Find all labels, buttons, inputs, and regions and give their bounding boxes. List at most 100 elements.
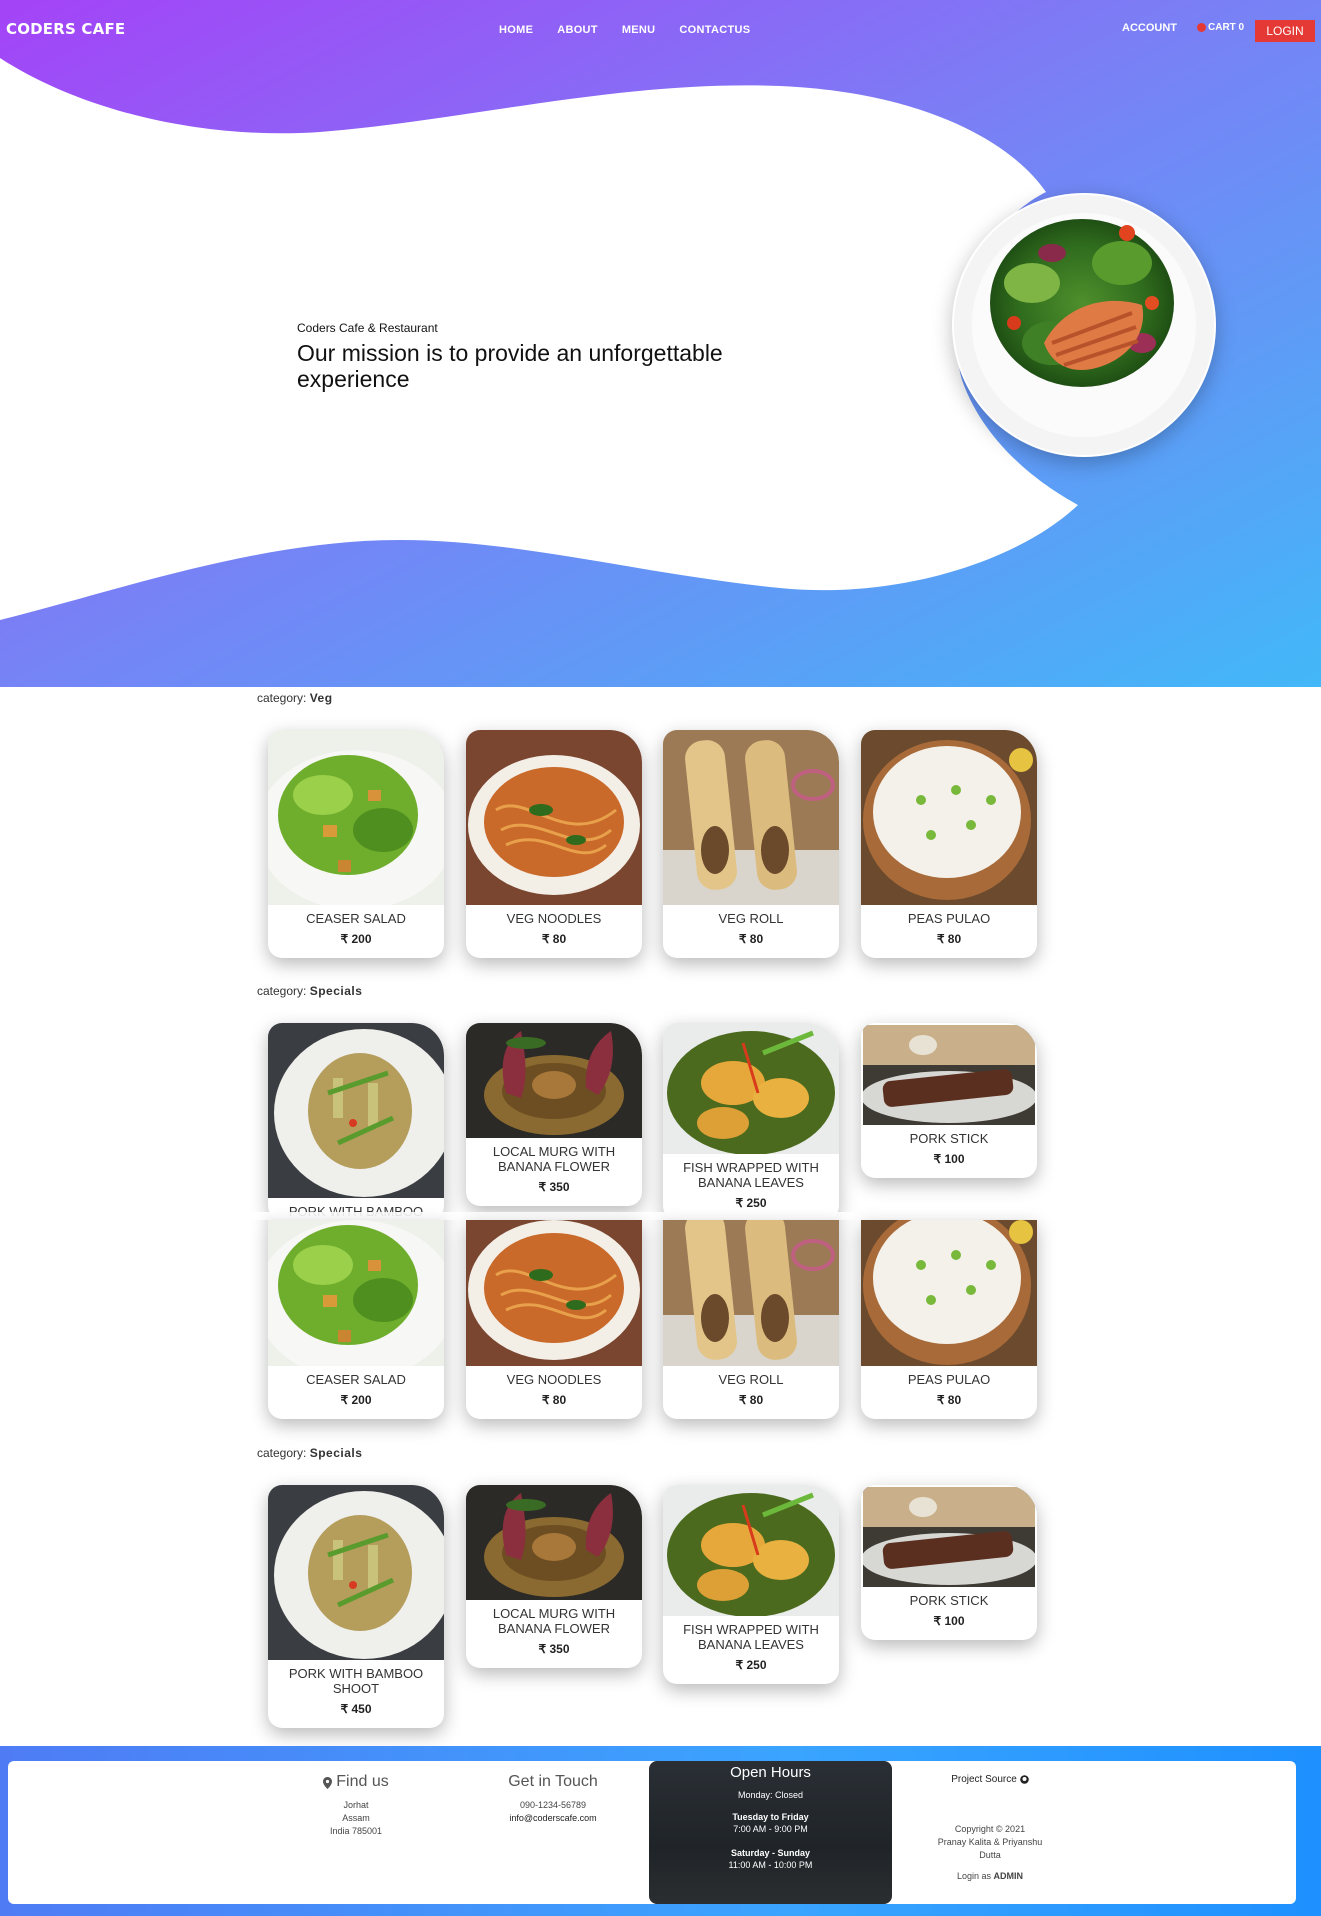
item-price: ₹ 450 [340, 1702, 372, 1716]
item-price: ₹ 80 [936, 932, 962, 946]
nav-about-link[interactable]: ABOUT [557, 24, 598, 36]
cart-icon [1197, 23, 1206, 32]
item-name: PORK STICK [909, 1593, 989, 1608]
menu-card-fish-banana[interactable]: FISH WRAPPED WITH BANANA LEAVES ₹ 250 [663, 1023, 839, 1220]
get-in-touch-section: Get in Touch 090-1234-56789 info@codersc… [488, 1773, 618, 1825]
menu-card-fish-banana[interactable]: FISH WRAPPED WITH BANANA LEAVES ₹ 250 [663, 1485, 839, 1684]
menu-card-pork-bamboo-partial[interactable]: PORK WITH BAMBOO [268, 1023, 444, 1220]
local-murg-image [466, 1023, 642, 1138]
pork-bamboo-image [268, 1485, 444, 1660]
hero-section: CODERS CAFE HOME ABOUT MENU CONTACTUS AC… [0, 0, 1321, 687]
address-country: India 785001 [329, 1826, 383, 1836]
address-city: Jorhat [343, 1800, 369, 1810]
item-price: ₹ 80 [541, 1393, 567, 1407]
menu-card-pork-stick[interactable]: PORK STICK ₹ 100 [861, 1023, 1037, 1178]
item-name: VEG NOODLES [506, 911, 602, 926]
fish-banana-image [663, 1023, 839, 1154]
item-name: PORK WITH BAMBOO SHOOT [288, 1666, 424, 1696]
item-name: CEASER SALAD [306, 1372, 406, 1387]
project-source-label: Project Source [951, 1774, 1017, 1785]
account-area: ACCOUNT CART 0 [1122, 18, 1244, 34]
brand-logo[interactable]: CODERS CAFE [6, 20, 125, 38]
item-price: ₹ 100 [933, 1614, 965, 1628]
nav-contactus-link[interactable]: CONTACTUS [679, 24, 750, 36]
row-overlap-band [250, 1212, 1060, 1220]
item-name: PEAS PULAO [907, 911, 991, 926]
login-as-label: Login as [956, 1871, 991, 1881]
find-us-heading: Find us [336, 1773, 389, 1790]
category-label-specials: category: Specials [257, 1446, 363, 1460]
item-name: FISH WRAPPED WITH BANANA LEAVES [683, 1160, 819, 1190]
fish-banana-image [663, 1485, 839, 1616]
item-name: VEG NOODLES [506, 1372, 602, 1387]
cart-label: CART 0 [1208, 22, 1245, 33]
address-state: Assam [342, 1813, 370, 1823]
item-name: VEG ROLL [718, 911, 784, 926]
item-price: ₹ 80 [936, 1393, 962, 1407]
veg-noodles-image [466, 730, 642, 905]
ceaser-salad-image [268, 730, 444, 905]
item-name: LOCAL MURG WITH BANANA FLOWER [492, 1144, 616, 1174]
item-name: VEG ROLL [718, 1372, 784, 1387]
item-price: ₹ 350 [538, 1180, 570, 1194]
menu-card-veg-noodles[interactable]: VEG NOODLES ₹ 80 [466, 730, 642, 958]
menu-card-pork-bamboo-shoot[interactable]: PORK WITH BAMBOO SHOOT ₹ 450 [268, 1485, 444, 1728]
menu-card-local-murg[interactable]: LOCAL MURG WITH BANANA FLOWER ₹ 350 [466, 1023, 642, 1206]
pork-stick-image [861, 1023, 1037, 1125]
pork-bamboo-image [268, 1023, 444, 1198]
nav-menu-link[interactable]: MENU [622, 24, 656, 36]
hero-title: Our mission is to provide an unforgettab… [297, 340, 723, 392]
item-price: ₹ 80 [738, 932, 764, 946]
find-us-section: Find us Jorhat Assam India 785001 [300, 1773, 412, 1838]
open-hours-card: Open Hours Monday: Closed Tuesday to Fri… [649, 1761, 892, 1904]
login-button[interactable]: LOGIN [1255, 20, 1315, 42]
nav-home-link[interactable]: HOME [499, 24, 533, 36]
project-source-link[interactable]: Project Source [912, 1774, 1068, 1785]
veg-noodles-image [466, 1220, 642, 1366]
item-price: ₹ 250 [735, 1658, 767, 1672]
get-in-touch-heading: Get in Touch [508, 1773, 598, 1790]
copyright: Copyright © 2021 [954, 1824, 1026, 1834]
peas-pulao-image [861, 730, 1037, 905]
menu-card-veg-roll[interactable]: VEG ROLL ₹ 80 [663, 1220, 839, 1419]
menu-card-ceaser-salad[interactable]: CEASER SALAD ₹ 200 [268, 1220, 444, 1419]
admin-login-link[interactable]: ADMIN [994, 1871, 1024, 1881]
weekend-hours: 11:00 AM - 10:00 PM [728, 1860, 813, 1870]
weekday-label: Tuesday to Friday [732, 1812, 809, 1822]
veg-roll-image [663, 730, 839, 905]
ceaser-salad-image [268, 1220, 444, 1366]
item-price: ₹ 80 [541, 932, 567, 946]
peas-pulao-image [861, 1220, 1037, 1366]
item-name: FISH WRAPPED WITH BANANA LEAVES [683, 1622, 819, 1652]
open-hours-heading: Open Hours [730, 1764, 811, 1781]
phone-number[interactable]: 090-1234-56789 [488, 1799, 618, 1812]
hero-salmon-salad-image [952, 193, 1216, 457]
item-price: ₹ 200 [340, 932, 372, 946]
weekday-hours: 7:00 AM - 9:00 PM [733, 1824, 808, 1834]
menu-card-pork-stick[interactable]: PORK STICK ₹ 100 [861, 1485, 1037, 1640]
item-name: CEASER SALAD [306, 911, 406, 926]
item-price: ₹ 350 [538, 1642, 570, 1656]
local-murg-image [466, 1485, 642, 1600]
cart-link[interactable]: CART 0 [1197, 22, 1244, 33]
github-icon [1019, 1775, 1029, 1784]
item-price: ₹ 200 [340, 1393, 372, 1407]
weekend-label: Saturday - Sunday [730, 1848, 811, 1858]
email-link[interactable]: info@coderscafe.com [488, 1812, 618, 1825]
menu-card-ceaser-salad[interactable]: CEASER SALAD ₹ 200 [268, 730, 444, 958]
item-price: ₹ 100 [933, 1152, 965, 1166]
veg-roll-image [663, 1220, 839, 1366]
category-label-veg: category: Veg [257, 691, 333, 705]
item-name: LOCAL MURG WITH BANANA FLOWER [492, 1606, 616, 1636]
menu-card-peas-pulao[interactable]: PEAS PULAO ₹ 80 [861, 730, 1037, 958]
menu-card-local-murg[interactable]: LOCAL MURG WITH BANANA FLOWER ₹ 350 [466, 1485, 642, 1668]
main-nav: HOME ABOUT MENU CONTACTUS [499, 24, 774, 36]
menu-card-peas-pulao[interactable]: PEAS PULAO ₹ 80 [861, 1220, 1037, 1419]
project-info-section: Project Source Copyright © 2021 Pranay K… [912, 1774, 1068, 1883]
item-name: PEAS PULAO [907, 1372, 991, 1387]
account-link[interactable]: ACCOUNT [1122, 22, 1177, 34]
menu-card-veg-roll[interactable]: VEG ROLL ₹ 80 [663, 730, 839, 958]
hero-subtitle: Coders Cafe & Restaurant [297, 321, 438, 335]
menu-card-veg-noodles[interactable]: VEG NOODLES ₹ 80 [466, 1220, 642, 1419]
pork-stick-image [861, 1485, 1037, 1587]
